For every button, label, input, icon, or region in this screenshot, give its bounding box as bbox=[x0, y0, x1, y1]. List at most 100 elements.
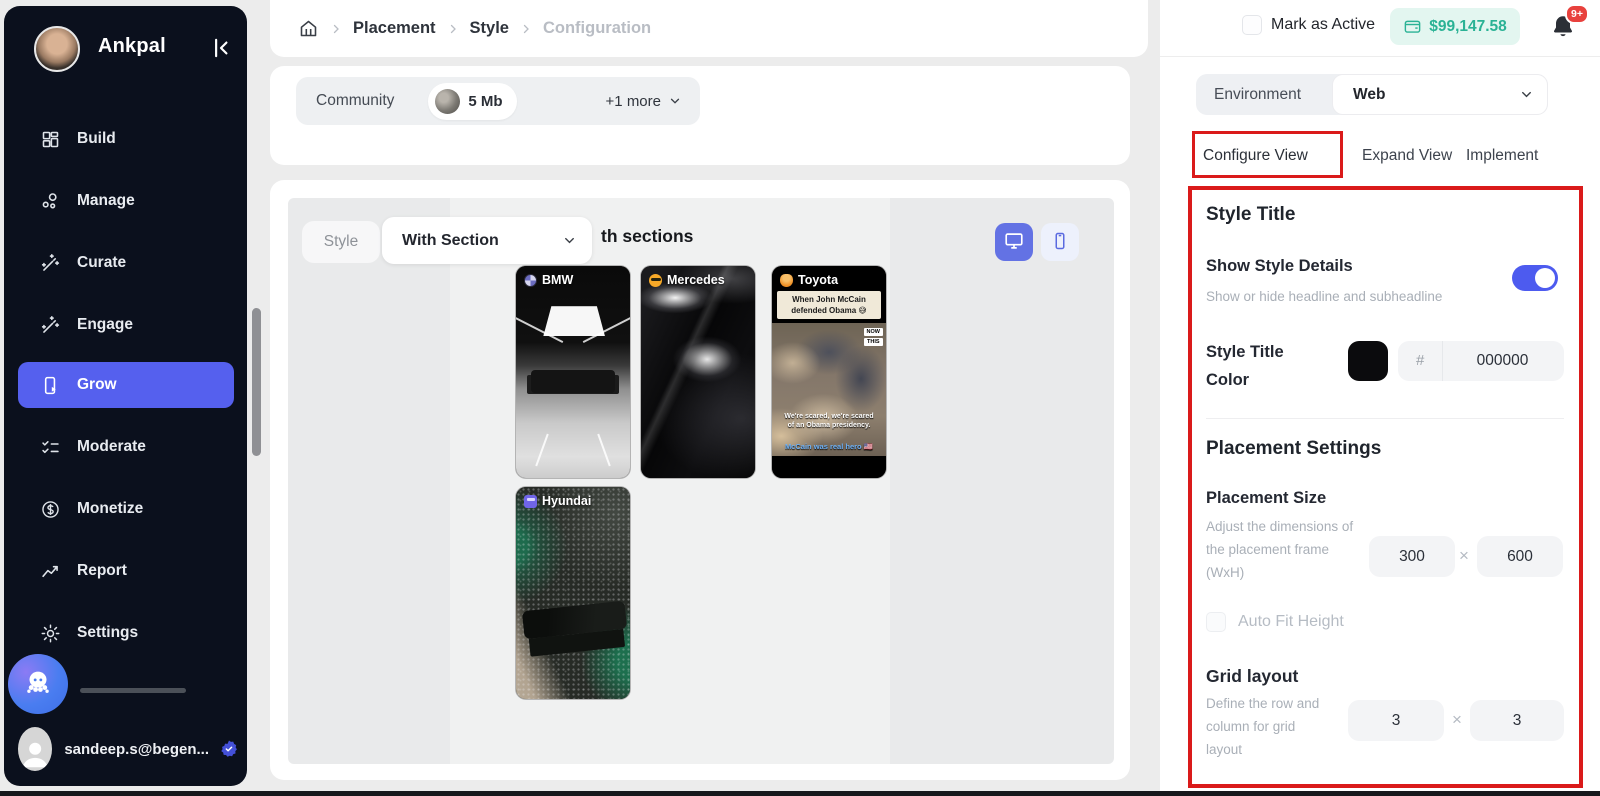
environment-label: Environment bbox=[1214, 74, 1301, 115]
grid-rows-input[interactable] bbox=[1348, 700, 1444, 741]
sidebar-item-build[interactable]: Build bbox=[18, 116, 234, 162]
sidebar-item-label: Curate bbox=[77, 254, 126, 272]
show-style-details-toggle[interactable] bbox=[1512, 265, 1558, 291]
sidebar-item-label: Manage bbox=[77, 192, 135, 210]
grow-icon bbox=[40, 375, 61, 396]
sidebar-item-moderate[interactable]: Moderate bbox=[18, 424, 234, 470]
video-watermark: NOW THIS bbox=[864, 328, 883, 346]
show-style-details-subtext: Show or hide headline and subheadline bbox=[1206, 285, 1442, 308]
grid-layout-label: Grid layout bbox=[1206, 666, 1298, 687]
build-icon bbox=[40, 129, 61, 150]
wallet-balance[interactable]: $99,147.58 bbox=[1390, 8, 1520, 45]
environment-dropdown[interactable]: Web bbox=[1332, 74, 1548, 115]
breadcrumb-configuration: Configuration bbox=[543, 19, 651, 38]
report-icon bbox=[40, 561, 61, 582]
user-avatar-icon bbox=[18, 727, 52, 771]
card-title: Hyundai bbox=[524, 494, 591, 508]
sidebar-item-settings[interactable]: Settings bbox=[18, 610, 234, 656]
sidebar-item-label: Build bbox=[77, 130, 116, 148]
mark-as-active-label: Mark as Active bbox=[1271, 16, 1375, 34]
sidebar-item-engage[interactable]: Engage bbox=[18, 302, 234, 348]
community-selector: Community 5 Mb +1 more bbox=[296, 77, 700, 125]
placement-height-input[interactable] bbox=[1477, 536, 1563, 577]
dimension-separator: × bbox=[1459, 546, 1469, 566]
sidebar-item-label: Grow bbox=[77, 376, 117, 394]
brand-title: Ankpal bbox=[98, 35, 166, 58]
mobile-view-button[interactable] bbox=[1041, 223, 1079, 261]
sidebar-item-label: Report bbox=[77, 562, 127, 580]
bmw-showroom-image bbox=[516, 266, 630, 478]
user-account[interactable]: sandeep.s@begen... bbox=[12, 720, 239, 778]
app-root: Ankpal Build Manage Curate Engage Grow bbox=[0, 0, 1600, 796]
community-chip[interactable]: 5 Mb bbox=[428, 83, 516, 120]
card-title: Toyota bbox=[780, 273, 838, 287]
grid-layout-description: Define the row and column for grid layou… bbox=[1206, 692, 1326, 761]
preview-card-bmw[interactable]: BMW bbox=[516, 266, 630, 478]
auto-fit-height-checkbox[interactable] bbox=[1206, 612, 1226, 632]
breadcrumb-placement[interactable]: Placement bbox=[353, 19, 436, 38]
style-dropdown-value: With Section bbox=[402, 217, 499, 264]
hash-prefix: # bbox=[1416, 341, 1424, 381]
octopus-chat-button[interactable] bbox=[8, 654, 68, 714]
preview-card-mercedes[interactable]: Mercedes bbox=[641, 266, 755, 478]
show-style-details-label: Show Style Details bbox=[1206, 257, 1353, 276]
settings-icon bbox=[40, 623, 61, 644]
curate-icon bbox=[40, 253, 61, 274]
user-email: sandeep.s@begen... bbox=[64, 741, 209, 758]
sidebar-item-label: Monetize bbox=[77, 500, 143, 518]
auto-fit-height-label: Auto Fit Height bbox=[1238, 613, 1344, 631]
chevron-down-icon bbox=[1519, 87, 1534, 102]
sidebar-item-grow[interactable]: Grow bbox=[18, 362, 234, 408]
vertical-scrollbar[interactable] bbox=[252, 308, 261, 456]
preview-card-toyota[interactable]: Toyota When John McCain defended Obama 😅… bbox=[772, 266, 886, 478]
community-card: Community 5 Mb +1 more 2 communities sel… bbox=[270, 66, 1130, 165]
style-label-pill: Style bbox=[302, 221, 380, 263]
desktop-view-button[interactable] bbox=[995, 223, 1033, 261]
card-title: BMW bbox=[524, 273, 573, 287]
mobile-icon bbox=[1050, 231, 1070, 254]
collapse-sidebar-icon bbox=[208, 49, 234, 64]
home-icon[interactable] bbox=[298, 18, 319, 39]
community-avatar bbox=[435, 89, 460, 114]
balance-amount: $99,147.58 bbox=[1429, 18, 1507, 36]
sidebar-item-label: Moderate bbox=[77, 438, 146, 456]
placement-size-description: Adjust the dimensions of the placement f… bbox=[1206, 515, 1356, 584]
tab-expand-view[interactable]: Expand View bbox=[1362, 147, 1452, 165]
community-more-dropdown[interactable]: +1 more bbox=[606, 93, 682, 110]
divider bbox=[80, 688, 186, 693]
octopus-icon bbox=[21, 666, 55, 703]
mark-as-active-checkbox[interactable] bbox=[1242, 15, 1262, 35]
color-swatch[interactable] bbox=[1348, 341, 1388, 381]
toyota-emoji-icon bbox=[780, 274, 793, 287]
environment-value: Web bbox=[1353, 75, 1385, 114]
sidebar-item-report[interactable]: Report bbox=[18, 548, 234, 594]
breadcrumb-style[interactable]: Style bbox=[470, 19, 509, 38]
sidebar-item-label: Settings bbox=[77, 624, 138, 642]
sidebar-item-monetize[interactable]: Monetize bbox=[18, 486, 234, 532]
divider bbox=[1206, 418, 1564, 419]
bmw-roundel-icon bbox=[524, 274, 537, 287]
toggle-knob bbox=[1535, 268, 1555, 288]
sidebar: Ankpal Build Manage Curate Engage Grow bbox=[4, 6, 247, 786]
grid-separator: × bbox=[1452, 710, 1462, 730]
sidebar-item-curate[interactable]: Curate bbox=[18, 240, 234, 286]
sidebar-item-manage[interactable]: Manage bbox=[18, 178, 234, 224]
style-dropdown[interactable]: With Section bbox=[382, 217, 592, 264]
tab-implement[interactable]: Implement bbox=[1466, 147, 1538, 165]
collapse-sidebar-button[interactable] bbox=[206, 34, 236, 64]
chevron-right-icon bbox=[330, 23, 342, 35]
bell-icon bbox=[1549, 28, 1577, 45]
avatar[interactable] bbox=[34, 26, 80, 72]
chevron-down-icon bbox=[668, 94, 682, 108]
preview-heading-partial: th sections bbox=[601, 226, 693, 247]
hex-color-input[interactable] bbox=[1442, 341, 1562, 381]
tab-configure-view[interactable]: Configure View bbox=[1203, 147, 1308, 165]
breadcrumb: Placement Style Configuration bbox=[270, 0, 1148, 57]
placement-width-input[interactable] bbox=[1369, 536, 1455, 577]
preview-card-hyundai[interactable]: Hyundai bbox=[516, 487, 630, 699]
style-title-heading: Style Title bbox=[1206, 204, 1295, 226]
mercedes-car-image bbox=[641, 266, 755, 478]
video-subtitle: We're scared, we're scared of an Obama p… bbox=[774, 412, 884, 431]
community-label: Community bbox=[316, 92, 394, 110]
grid-cols-input[interactable] bbox=[1470, 700, 1564, 741]
